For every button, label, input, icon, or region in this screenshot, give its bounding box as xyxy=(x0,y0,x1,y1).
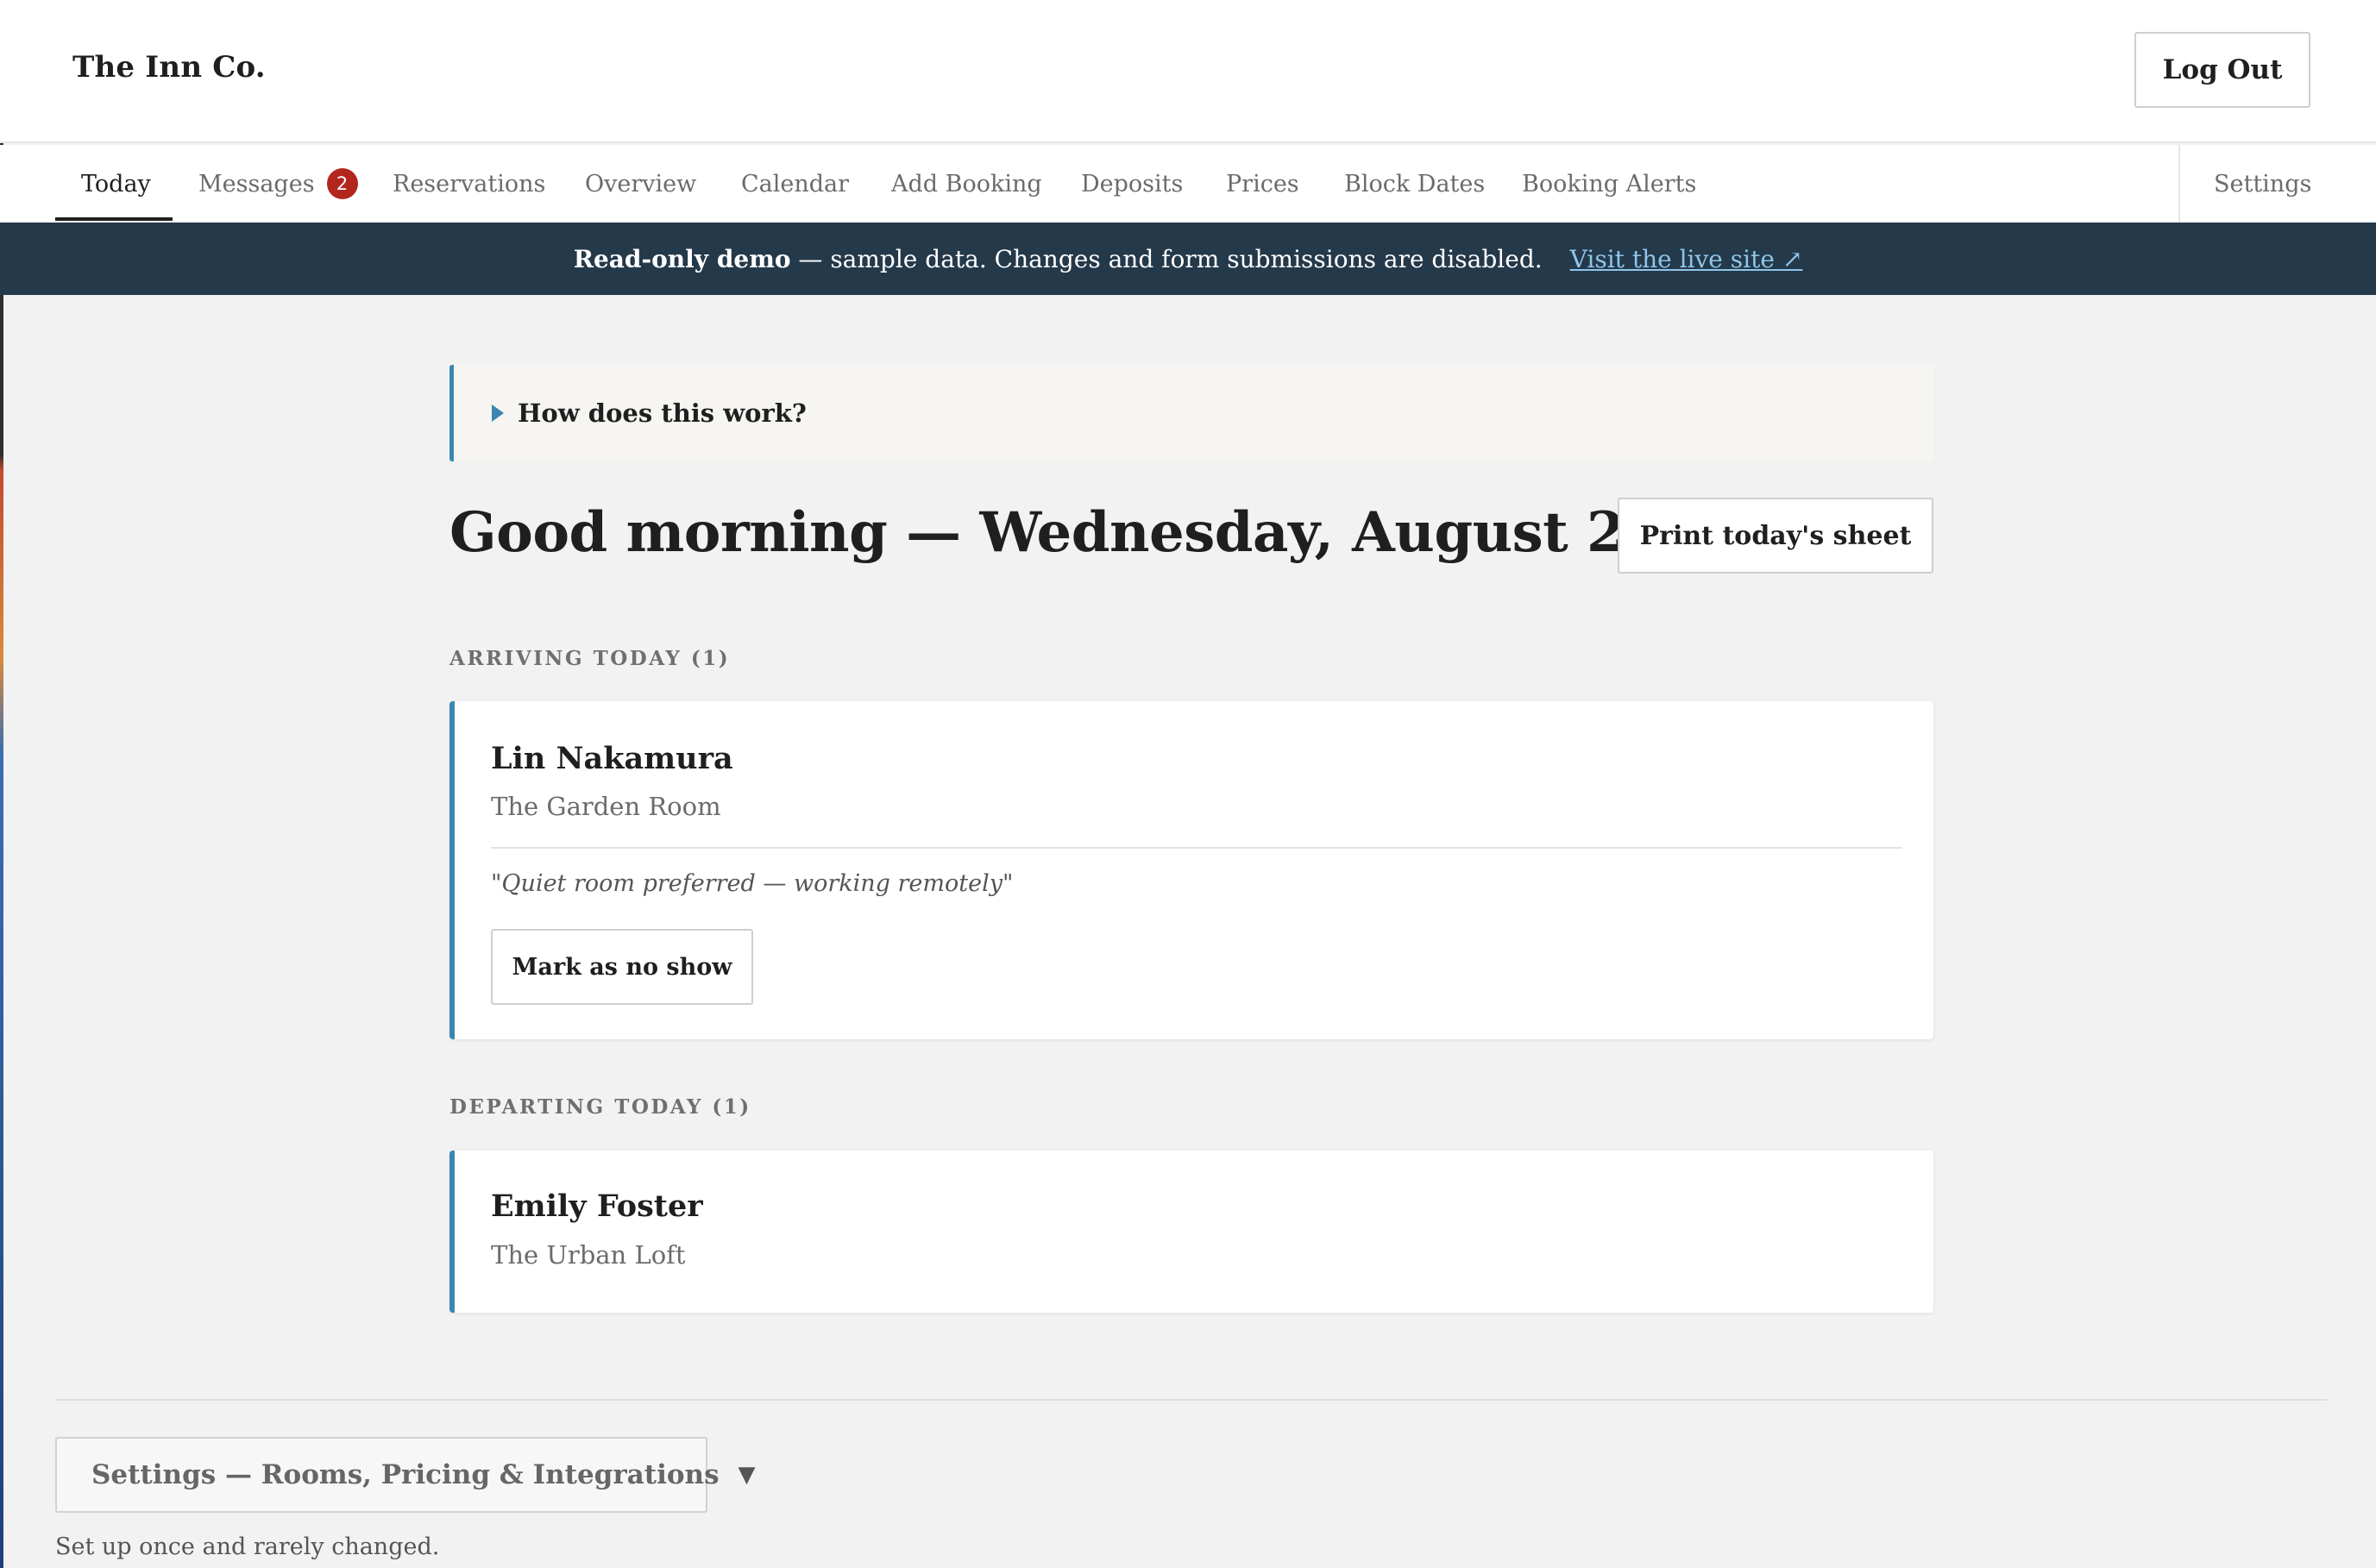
arrival-card: Lin Nakamura The Garden Room "Quiet room… xyxy=(449,701,1933,1039)
card-divider xyxy=(491,847,1902,849)
settings-help-text: Set up once and rarely changed. xyxy=(55,1534,440,1560)
log-out-button[interactable]: Log Out xyxy=(2134,32,2310,108)
banner-strong-text: Read-only demo xyxy=(573,244,791,273)
nav-tab-messages[interactable]: Messages 2 xyxy=(198,145,358,223)
how-it-works-disclosure[interactable]: How does this work? xyxy=(449,365,1933,461)
nav-tab-label: Messages xyxy=(198,170,315,198)
nav-tab-today[interactable]: Today xyxy=(81,145,151,223)
nav-tab-prices[interactable]: Prices xyxy=(1226,145,1299,223)
print-sheet-button[interactable]: Print today's sheet xyxy=(1618,498,1933,574)
departure-card: Emily Foster The Urban Loft xyxy=(449,1151,1933,1313)
header: The Inn Co. Log Out xyxy=(0,0,2376,143)
nav-tab-label: Booking Alerts xyxy=(1522,170,1697,198)
active-tab-indicator xyxy=(55,217,173,221)
guest-name: Lin Nakamura xyxy=(491,741,733,776)
unread-badge: 2 xyxy=(326,168,358,199)
nav-tab-booking-alerts[interactable]: Booking Alerts xyxy=(1522,145,1696,223)
nav-tab-overview[interactable]: Overview xyxy=(585,145,696,223)
guest-name: Emily Foster xyxy=(491,1189,703,1224)
mark-no-show-button[interactable]: Mark as no show xyxy=(491,929,753,1005)
nav-tab-label: Deposits xyxy=(1081,170,1184,198)
brand-logo[interactable]: The Inn Co. xyxy=(72,50,266,85)
nav-tab-label: Calendar xyxy=(741,170,850,198)
nav-tab-label: Settings xyxy=(2214,170,2312,198)
nav-tab-deposits[interactable]: Deposits xyxy=(1081,145,1183,223)
banner-text: — sample data. Changes and form submissi… xyxy=(790,244,1543,273)
departing-section-label: DEPARTING TODAY (1) xyxy=(449,1095,751,1119)
main-nav: Today Messages 2 Reservations Overview C… xyxy=(0,145,2376,223)
settings-toggle-label: Settings — Rooms, Pricing & Integrations xyxy=(91,1459,720,1490)
room-name: The Urban Loft xyxy=(491,1240,686,1270)
nav-tab-settings[interactable]: Settings xyxy=(2214,145,2311,223)
arriving-section-label: ARRIVING TODAY (1) xyxy=(449,647,731,670)
footer-divider xyxy=(55,1399,2328,1401)
nav-divider xyxy=(2178,145,2180,223)
nav-tab-label: Add Booking xyxy=(891,170,1042,198)
settings-rooms-toggle[interactable]: Settings — Rooms, Pricing & Integrations… xyxy=(55,1437,756,1513)
nav-tab-label: Prices xyxy=(1226,170,1299,198)
visit-live-site-link[interactable]: Visit the live site ↗ xyxy=(1570,245,1803,273)
nav-tab-block-dates[interactable]: Block Dates xyxy=(1344,145,1485,223)
nav-tab-label: Overview xyxy=(585,170,697,198)
room-name: The Garden Room xyxy=(491,792,721,821)
nav-tab-label: Block Dates xyxy=(1344,170,1486,198)
nav-tab-label: Reservations xyxy=(393,170,546,198)
nav-tab-label: Today xyxy=(81,170,151,198)
page: The Inn Co. Log Out Today Messages 2 Res… xyxy=(0,0,2376,1568)
demo-banner: Read-only demo — sample data. Changes an… xyxy=(0,223,2376,295)
caret-down-icon: ▼ xyxy=(738,1462,756,1488)
disclosure-label: How does this work? xyxy=(518,398,807,428)
nav-tab-calendar[interactable]: Calendar xyxy=(741,145,849,223)
nav-tab-add-booking[interactable]: Add Booking xyxy=(891,145,1042,223)
disclosure-triangle-icon xyxy=(492,405,504,422)
guest-note: "Quiet room preferred — working remotely… xyxy=(491,870,1014,897)
nav-tab-reservations[interactable]: Reservations xyxy=(393,145,545,223)
page-title: Good morning — Wednesday, August 26 xyxy=(449,500,1663,565)
